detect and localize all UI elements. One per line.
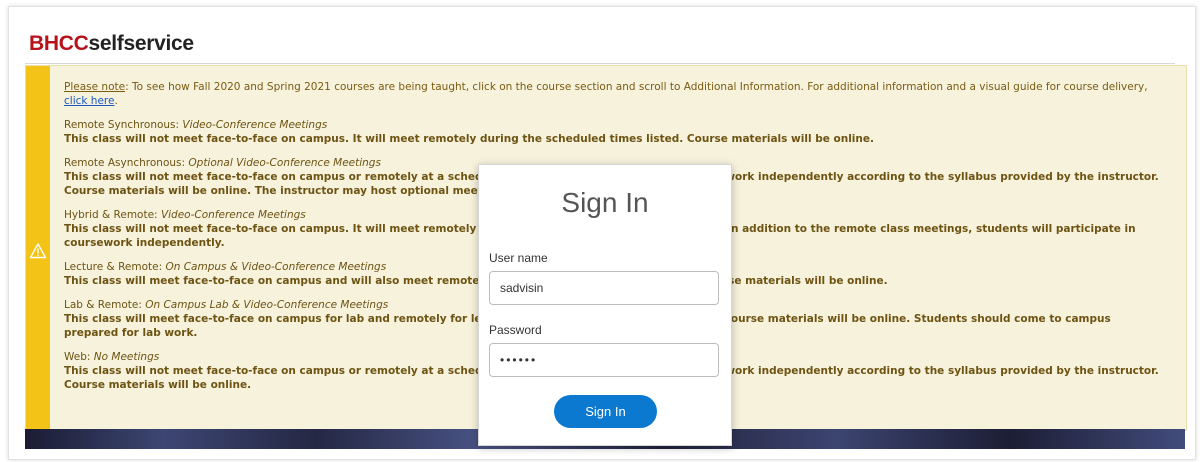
mode-subtitle: Video-Conference Meetings <box>182 119 328 131</box>
password-label: Password <box>489 323 542 337</box>
mode-title: Lab & Remote: On Campus Lab & Video-Conf… <box>64 299 388 311</box>
brand-logo: BHCCselfservice <box>29 32 194 56</box>
mode-description: This class will not meet face-to-face on… <box>64 133 874 145</box>
mode-subtitle: On Campus & Video-Conference Meetings <box>165 261 387 273</box>
delivery-mode-item: Remote Synchronous: Video-Conference Mee… <box>64 118 1164 146</box>
username-input[interactable]: sadvisin <box>489 271 719 305</box>
password-input[interactable]: •••••• <box>489 343 719 377</box>
mode-title-text: Lab & Remote: <box>64 299 146 311</box>
notice-intro-text: : To see how Fall 2020 and Spring 2021 c… <box>125 81 1148 93</box>
mode-subtitle: Optional Video-Conference Meetings <box>188 157 381 169</box>
sign-in-dialog: Sign In User name sadvisin Password ••••… <box>478 164 732 446</box>
mode-title-text: Remote Asynchronous: <box>64 157 189 169</box>
brand-part2: selfservice <box>88 32 194 55</box>
mode-title-text: Remote Synchronous: <box>64 119 183 131</box>
notice-intro: Please note: To see how Fall 2020 and Sp… <box>64 80 1164 108</box>
warning-icon <box>29 242 47 260</box>
mode-title-text: Web: <box>64 351 94 363</box>
mode-title: Remote Asynchronous: Optional Video-Conf… <box>64 157 381 169</box>
mode-description: This class will meet face-to-face on cam… <box>64 275 888 287</box>
mode-title-text: Hybrid & Remote: <box>64 209 161 221</box>
click-here-link[interactable]: click here <box>64 95 114 107</box>
notice-intro-period: . <box>114 95 118 107</box>
mode-title: Lecture & Remote: On Campus & Video-Conf… <box>64 261 386 273</box>
brand-part1: BHCC <box>29 32 89 55</box>
mode-subtitle: Video-Conference Meetings <box>160 209 306 221</box>
mode-title: Web: No Meetings <box>64 351 159 363</box>
sign-in-button[interactable]: Sign In <box>554 395 657 428</box>
username-label: User name <box>489 251 548 265</box>
header-divider <box>25 63 1175 64</box>
please-note-label: Please note <box>64 81 126 93</box>
sign-in-title: Sign In <box>561 187 649 218</box>
mode-title-text: Lecture & Remote: <box>64 261 166 273</box>
mode-subtitle: No Meetings <box>93 351 160 363</box>
mode-title: Hybrid & Remote: Video-Conference Meetin… <box>64 209 306 221</box>
mode-subtitle: On Campus Lab & Video-Conference Meeting… <box>145 299 389 311</box>
mode-title: Remote Synchronous: Video-Conference Mee… <box>64 119 327 131</box>
